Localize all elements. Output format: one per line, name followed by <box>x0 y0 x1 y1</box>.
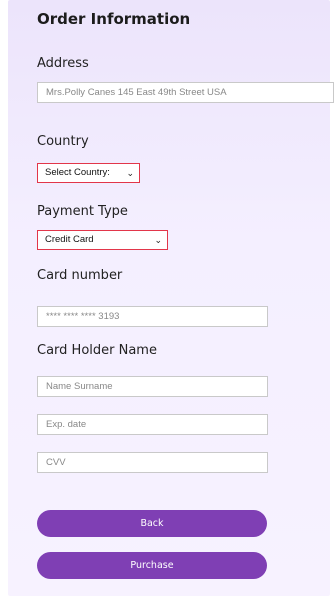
order-form-panel: Order Information Address Mrs.Polly Cane… <box>8 0 334 596</box>
payment-type-select[interactable]: Credit Card ⌄ <box>37 230 168 250</box>
cvv-placeholder: CVV <box>46 457 66 468</box>
card-number-field[interactable]: **** **** **** 3193 <box>37 306 268 327</box>
exp-date-placeholder: Exp. date <box>46 419 87 430</box>
card-number-label: Card number <box>37 268 123 283</box>
address-field[interactable]: Mrs.Polly Canes 145 East 49th Street USA <box>37 82 334 103</box>
payment-type-selected: Credit Card <box>45 234 94 245</box>
chevron-down-icon: ⌄ <box>126 168 134 178</box>
card-holder-label: Card Holder Name <box>37 343 157 358</box>
name-surname-placeholder: Name Surname <box>46 381 113 392</box>
purchase-button[interactable]: Purchase <box>37 552 267 579</box>
chevron-down-icon: ⌄ <box>154 235 162 245</box>
payment-type-label: Payment Type <box>37 204 128 219</box>
card-number-value: **** **** **** 3193 <box>46 311 120 322</box>
country-selected: Select Country: <box>45 167 110 178</box>
country-select[interactable]: Select Country: ⌄ <box>37 163 140 183</box>
page-title: Order Information <box>37 10 191 28</box>
country-label: Country <box>37 134 89 149</box>
back-button[interactable]: Back <box>37 510 267 537</box>
cvv-input[interactable]: CVV <box>37 452 268 473</box>
address-value: Mrs.Polly Canes 145 East 49th Street USA <box>46 87 227 98</box>
address-label: Address <box>37 56 89 71</box>
exp-date-input[interactable]: Exp. date <box>37 414 268 435</box>
name-surname-input[interactable]: Name Surname <box>37 376 268 397</box>
